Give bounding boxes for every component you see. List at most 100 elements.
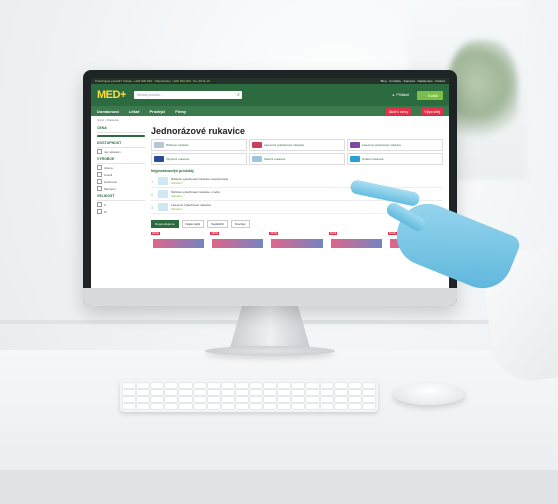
keyboard-key [165,404,178,409]
keyboard-key [123,390,136,395]
product-image[interactable] [212,239,264,248]
tab-new[interactable]: Novinky [230,220,250,228]
site-logo[interactable]: MED+ [97,89,126,101]
product-image[interactable] [271,239,323,248]
product-info[interactable]: Nitrilové vyšetřovací rukavice nepudrova… [171,177,228,185]
filter-option[interactable]: Ansell [97,171,145,178]
keyboard-key [165,383,178,388]
keyboard-key [179,390,192,395]
product-card[interactable]: AKCE [269,232,324,248]
monitor-chin [83,288,457,306]
keyboard-key [179,404,192,409]
filter-option[interactable]: Mercator [97,185,145,192]
tab-most-expensive[interactable]: Nejdražší [207,220,228,228]
category-label: Ostatní rukavice [362,157,384,161]
keyboard-key [348,404,361,409]
category-tile[interactable]: Nitrilové rukavice [151,139,247,151]
keyboard-key [193,390,206,395]
product-row[interactable]: 1 Nitrilové vyšetřovací rukavice nepudrov… [151,175,443,188]
filter-brand-title[interactable]: VÝROBCE [97,155,145,164]
keyboard-key [235,397,248,402]
account-link[interactable]: ● Přihlásit [392,93,409,97]
search-icon[interactable]: ⌕ [237,92,240,98]
tab-cheapest[interactable]: Nejlevnější [181,220,205,228]
nav-item-prodejci[interactable]: Prodejci [149,109,165,114]
checkbox-icon[interactable] [97,202,102,207]
filter-option[interactable]: Jen skladem [97,148,145,155]
product-image[interactable] [330,239,382,248]
checkbox-icon[interactable] [97,179,102,184]
page-main: CENA DOSTUPNOST Jen skladem VÝROBCE Aben… [91,124,449,248]
filter-option[interactable]: M [97,208,145,215]
breadcrumb[interactable]: Úvod › Rukavice [91,116,449,124]
keyboard-key [137,397,150,402]
filter-availability-title[interactable]: DOSTUPNOST [97,139,145,148]
checkbox-icon[interactable] [97,209,102,214]
keyboard [120,380,378,412]
cart-button[interactable]: 🛒 Košík [416,90,443,100]
keyboard-key [320,390,333,395]
category-tile[interactable]: Ostatní rukavice [347,153,443,165]
category-label: Nitrilové rukavice [166,143,189,147]
main-nav: Domácnost Lékař Prodejci Firmy Akční cen… [91,106,449,116]
keyboard-key [306,397,319,402]
keyboard-key [137,404,150,409]
nav-item-domacnost[interactable]: Domácnost [97,109,119,114]
keyboard-key [193,383,206,388]
product-card[interactable]: AKCE [210,232,265,248]
product-image[interactable] [153,239,205,248]
category-tile[interactable]: Sterilní rukavice [249,153,345,165]
category-label: Sterilní rukavice [264,157,286,161]
product-stock: Skladem [171,181,183,185]
keyboard-key [221,383,234,388]
checkbox-icon[interactable] [97,172,102,177]
filter-option-label: Mercator [104,186,116,191]
bestsellers-title: Nejprodávanější produkty [151,169,194,173]
product-thumbnail[interactable] [158,190,168,198]
filter-option[interactable]: S [97,201,145,208]
category-tile[interactable]: Vinylové rukavice [151,153,247,165]
filter-price-title[interactable]: CENA [97,124,145,133]
keyboard-key [151,404,164,409]
keyboard-key [292,397,305,402]
keyboard-key [334,383,347,388]
category-tile[interactable]: Latexové pudrované rukavice [347,139,443,151]
nav-item-lekar[interactable]: Lékař [129,109,140,114]
product-info[interactable]: Latexové vyšetřovací rukavice Skladem [171,203,211,211]
photo-scene: Potřebujete poradit? Volejte: +420 000 0… [0,0,558,504]
product-thumbnail[interactable] [158,203,168,211]
search-input[interactable]: Hledat produkt... ⌕ [133,91,242,99]
product-card[interactable]: AKCE [328,232,384,248]
category-thumbnail [154,156,164,162]
site-header: MED+ Hledat produkt... ⌕ ● Přihlásit 🛒 K… [91,84,449,106]
category-tile[interactable]: Latexové vyšetřovací rukavice [249,139,345,151]
product-thumbnail[interactable] [158,177,168,185]
monitor-stand [230,306,310,348]
keyboard-key [278,404,291,409]
keyboard-key [362,404,375,409]
nav-pill-vyprodej[interactable]: Výprodej [421,107,443,115]
product-info[interactable]: Nitrilové vyšetřovací rukavice, modré Skl… [171,190,220,198]
cart-label: Košík [427,92,438,98]
keyboard-key [278,397,291,402]
filter-sidebar: CENA DOSTUPNOST Jen skladem VÝROBCE Aben… [97,124,145,248]
nav-pill-akce[interactable]: Akční ceny [385,107,412,115]
filter-size-title[interactable]: VELIKOST [97,192,145,201]
product-card[interactable]: AKCE [151,232,206,248]
filter-option[interactable]: Hartmann [97,178,145,185]
background-plant [448,40,518,150]
keyboard-key [292,404,305,409]
filter-option[interactable]: Abena [97,164,145,171]
tab-recommended[interactable]: Doporučujeme [151,220,179,228]
nav-item-firmy[interactable]: Firmy [175,109,186,114]
price-slider[interactable] [97,135,145,137]
checkbox-icon[interactable] [97,149,102,154]
checkbox-icon[interactable] [97,186,102,191]
top-info-right[interactable]: Blog · Kontakty · Doprava · Reklamace · … [381,79,445,83]
keyboard-key [207,390,220,395]
keyboard-key [348,383,361,388]
checkbox-icon[interactable] [97,165,102,170]
user-icon: ● [392,93,395,97]
keyboard-key [221,390,234,395]
keyboard-key [320,383,333,388]
